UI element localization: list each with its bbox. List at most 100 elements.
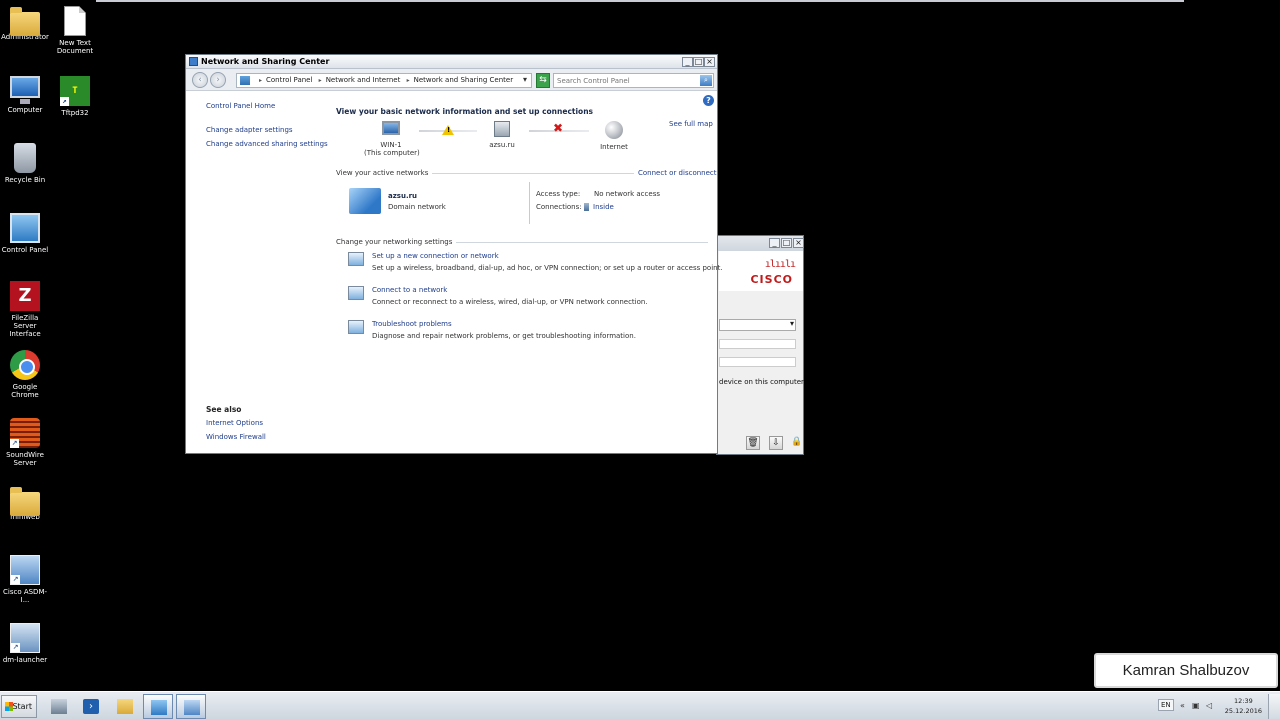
search-box[interactable]: ⌕ xyxy=(553,73,714,88)
active-network-type-link[interactable]: Domain network xyxy=(388,203,446,211)
change-advanced-sharing-link[interactable]: Change advanced sharing settings xyxy=(206,140,328,148)
forward-button[interactable]: › xyxy=(210,72,226,88)
tftpd32-icon: T xyxy=(60,76,90,106)
desktop-icon-label: FileZilla Server Interface xyxy=(9,314,41,338)
page-heading: View your basic network information and … xyxy=(336,107,593,116)
cisco-password-field[interactable] xyxy=(719,357,796,367)
desktop-icon-recycle-bin[interactable]: Recycle Bin xyxy=(0,143,50,184)
desktop-icon-filezilla[interactable]: Z FileZilla Server Interface xyxy=(0,281,50,338)
network-window-icon xyxy=(189,57,198,66)
show-hidden-icons-icon[interactable]: « xyxy=(1180,701,1185,710)
new-connection-icon xyxy=(348,252,364,266)
clock-time: 12:39 xyxy=(1234,697,1253,705)
minimize-button[interactable]: _ xyxy=(769,238,780,248)
troubleshoot-icon xyxy=(348,320,364,334)
internet-options-link[interactable]: Internet Options xyxy=(206,419,263,427)
taskbar-explorer[interactable] xyxy=(110,694,140,719)
control-panel-icon xyxy=(151,700,167,715)
window-content: ? Control Panel Home Change adapter sett… xyxy=(186,92,723,453)
cisco-titlebar[interactable]: _ □ × xyxy=(717,236,804,251)
cisco-asdm-window[interactable]: _ □ × ılıılı CISCO device on this comput… xyxy=(716,235,804,455)
desktop-icon-new-text-document[interactable]: New Text Document xyxy=(50,6,100,55)
start-button[interactable]: Start xyxy=(1,695,37,718)
desktop-icon-dm-launcher[interactable]: dm-launcher xyxy=(0,623,50,664)
install-icon[interactable]: ⇩ xyxy=(769,436,783,450)
task-description: Connect or reconnect to a wireless, wire… xyxy=(372,298,648,306)
chevron-down-icon[interactable]: ▾ xyxy=(523,75,527,84)
language-indicator[interactable]: EN xyxy=(1158,699,1174,711)
see-also-title: See also xyxy=(206,405,242,414)
taskbar-powershell[interactable]: › xyxy=(76,694,106,719)
breadcrumb-network-sharing[interactable]: Network and Sharing Center xyxy=(414,76,514,84)
map-this-computer[interactable]: WIN-1 (This computer) xyxy=(364,121,420,157)
map-internet[interactable]: Internet xyxy=(594,121,634,151)
help-icon[interactable]: ? xyxy=(703,95,714,106)
desktop-icon-tftpd32[interactable]: T Tftpd32 xyxy=(50,76,100,117)
close-button[interactable]: × xyxy=(793,238,804,248)
network-tray-icon[interactable]: ▣ xyxy=(1192,701,1200,710)
see-full-map-link[interactable]: See full map xyxy=(669,120,713,128)
computer-subtitle: (This computer) xyxy=(364,149,420,157)
window-titlebar[interactable]: Network and Sharing Center _ □ × xyxy=(186,55,717,69)
maximize-button[interactable]: □ xyxy=(693,57,704,67)
start-label: Start xyxy=(12,702,32,711)
clock[interactable]: 12:39 25.12.2016 xyxy=(1225,696,1262,716)
desktop-icon-label: dm-launcher xyxy=(2,656,48,664)
cisco-brand-text: CISCO xyxy=(750,273,793,286)
task-title[interactable]: Set up a new connection or network xyxy=(372,252,499,260)
taskbar-control-panel[interactable] xyxy=(143,694,173,719)
network-domain-icon xyxy=(494,121,510,137)
map-domain[interactable]: azsu.ru xyxy=(482,121,522,149)
task-title[interactable]: Troubleshoot problems xyxy=(372,320,452,328)
desktop-icon-administrator[interactable]: Administrator xyxy=(0,6,50,41)
active-networks-title: View your active networks xyxy=(336,169,433,177)
desktop-icon-label: Tftpd32 xyxy=(61,109,89,117)
connection-entry[interactable]: Inside xyxy=(584,203,614,211)
filezilla-icon: Z xyxy=(10,281,40,311)
desktop-icon-label: Cisco ASDM-I... xyxy=(2,588,48,604)
network-sharing-center-window[interactable]: Network and Sharing Center _ □ × ‹ › ▸ Co… xyxy=(185,54,723,454)
author-watermark: Kamran Shalbuzov xyxy=(1094,653,1278,688)
cisco-username-field[interactable] xyxy=(719,339,796,349)
breadcrumb-network-internet[interactable]: Network and Internet xyxy=(326,76,401,84)
desktop-icon-chrome[interactable]: Google Chrome xyxy=(0,350,50,399)
taskbar: Start › EN « ▣ ◁ 12:39 25.12.2016 xyxy=(0,691,1280,720)
access-type-label: Access type: xyxy=(536,190,581,198)
folder-icon xyxy=(117,699,133,714)
task-title[interactable]: Connect to a network xyxy=(372,286,447,294)
desktop-icon-control-panel[interactable]: Control Panel xyxy=(0,213,50,254)
connection-inside-link[interactable]: Inside xyxy=(593,203,614,211)
search-input[interactable] xyxy=(554,74,694,87)
desktop-icon-miniweb[interactable]: miniweb xyxy=(0,486,50,521)
address-bar[interactable]: ▸ Control Panel ▸ Network and Internet ▸ Ne… xyxy=(236,73,532,88)
volume-icon[interactable]: ◁ xyxy=(1206,701,1212,710)
task-description: Diagnose and repair network problems, or… xyxy=(372,332,636,340)
minimize-button[interactable]: _ xyxy=(682,57,693,67)
address-toolbar: ‹ › ▸ Control Panel ▸ Network and Internet… xyxy=(186,69,717,91)
refresh-button[interactable]: ⇆ xyxy=(536,73,550,88)
cisco-asdm-icon xyxy=(10,555,40,585)
internet-label: Internet xyxy=(600,143,628,151)
taskbar-cisco-asdm[interactable] xyxy=(176,694,206,719)
warning-icon xyxy=(442,125,454,135)
folder-icon xyxy=(10,7,40,36)
desktop-icon-label: New Text Document xyxy=(56,39,94,55)
computer-icon xyxy=(10,76,40,104)
control-panel-home-link[interactable]: Control Panel Home xyxy=(206,102,275,110)
desktop-icon-soundwire[interactable]: SoundWire Server xyxy=(0,418,50,467)
taskbar-server-manager[interactable] xyxy=(44,694,74,719)
change-adapter-settings-link[interactable]: Change adapter settings xyxy=(206,126,293,134)
show-desktop-button[interactable] xyxy=(1268,694,1280,719)
desktop-icon-computer[interactable]: Computer xyxy=(0,76,50,114)
breadcrumb-control-panel[interactable]: Control Panel xyxy=(266,76,312,84)
connect-disconnect-link[interactable]: Connect or disconnect xyxy=(634,169,717,177)
maximize-button[interactable]: □ xyxy=(781,238,792,248)
desktop-icon-asdm[interactable]: Cisco ASDM-I... xyxy=(0,555,50,604)
cisco-device-select[interactable] xyxy=(719,319,796,331)
back-button[interactable]: ‹ xyxy=(192,72,208,88)
windows-firewall-link[interactable]: Windows Firewall xyxy=(206,433,266,441)
delete-icon[interactable]: 🗑 xyxy=(746,436,760,450)
search-icon[interactable]: ⌕ xyxy=(700,75,712,86)
close-button[interactable]: × xyxy=(704,57,715,67)
server-manager-icon xyxy=(51,699,67,714)
